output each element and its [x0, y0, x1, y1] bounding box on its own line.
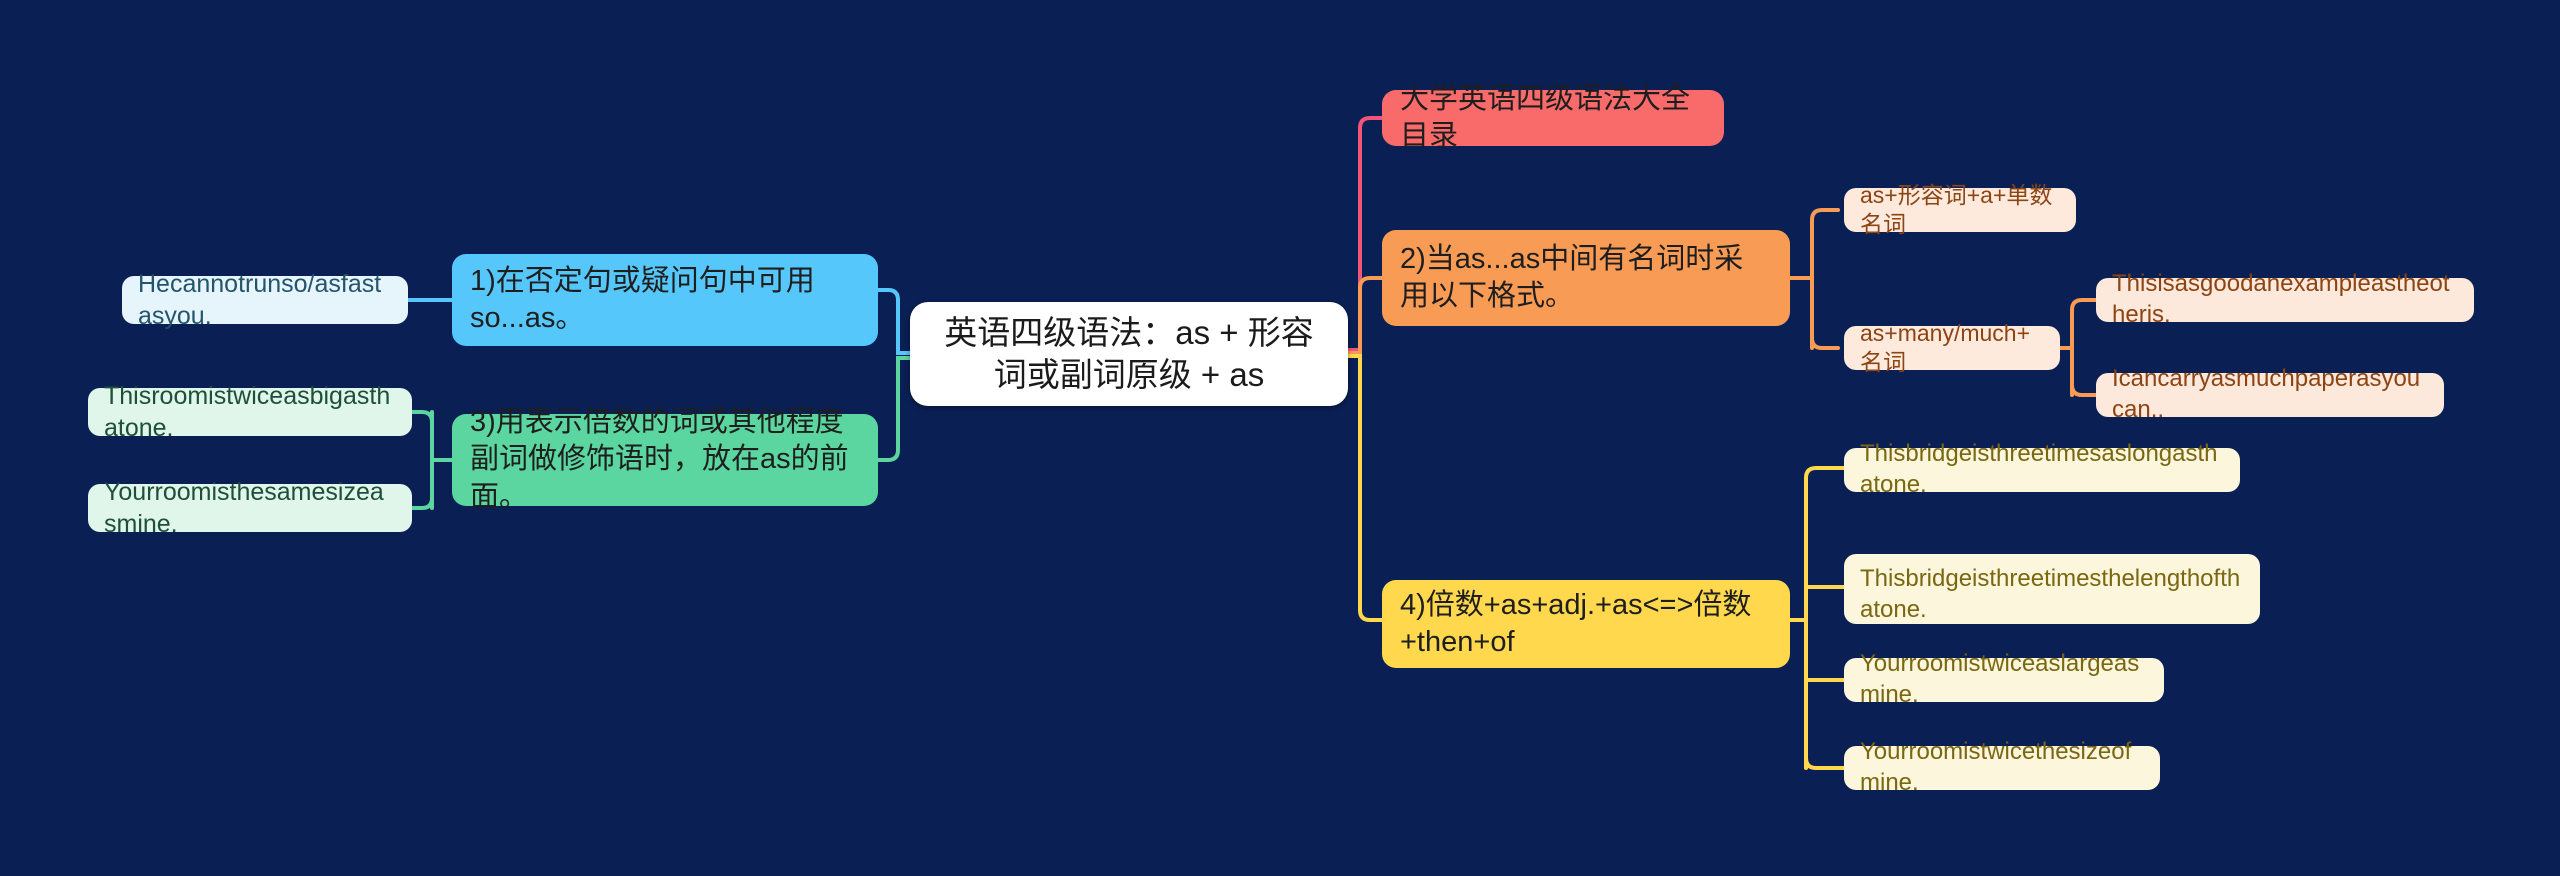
leaf-your-room-same-size-label: Yourroomisthesamesizeasmine.: [104, 478, 384, 538]
node-noun-between-as[interactable]: 2)当as...as中间有名词时采用以下格式。: [1382, 230, 1790, 326]
node-multiples-before-as[interactable]: 3)用表示倍数的词或其他程度副词做修饰语时，放在as的前面。: [452, 406, 878, 513]
leaf-bridge-three-times-as-long-label: Thisbridgeisthreetimesaslongasthatone.: [1860, 440, 2218, 498]
leaf-he-cannot-run-so-fast[interactable]: Hecannotrunso/asfastasyou.: [122, 270, 408, 330]
node-negative-interrogative[interactable]: 1)在否定句或疑问句中可用so...as。: [452, 254, 878, 346]
node-negative-interrogative-label: 1)在否定句或疑问句中可用so...as。: [470, 264, 815, 334]
mindmap-canvas: 英语四级语法：as + 形容词或副词原级 + as 1)在否定句或疑问句中可用s…: [0, 0, 2560, 876]
leaf-i-can-carry-as-much-paper[interactable]: Icancarryasmuchpaperasyoucan..: [2096, 365, 2444, 423]
root-node[interactable]: 英语四级语法：as + 形容词或副词原级 + as: [910, 302, 1348, 406]
leaf-as-many-much-noun[interactable]: as+many/much+名词: [1844, 320, 2060, 375]
leaf-i-can-carry-as-much-paper-label: Icancarryasmuchpaperasyoucan..: [2112, 365, 2421, 423]
node-multiples-before-as-label: 3)用表示倍数的词或其他程度副词做修饰语时，放在as的前面。: [470, 406, 849, 513]
leaf-this-is-as-good-an-example-label: Thisisasgoodanexampleastheotheris.: [2112, 270, 2450, 328]
node-times-as-adj-as-label: 4)倍数+as+adj.+as<=>倍数+then+of: [1400, 588, 1752, 658]
leaf-as-many-much-noun-label: as+many/much+名词: [1860, 319, 2031, 375]
leaf-as-adj-a-singular-noun-label: as+形容词+a+单数名词: [1860, 181, 2053, 237]
root-node-label: 英语四级语法：as + 形容词或副词原级 + as: [944, 313, 1314, 393]
leaf-your-room-twice-as-large-label: Yourroomistwiceaslargeasmine.: [1860, 650, 2140, 708]
leaf-bridge-three-times-as-long[interactable]: Thisbridgeisthreetimesaslongasthatone.: [1844, 440, 2240, 498]
node-grammar-catalog-label: 大学英语四级语法大全目录: [1400, 82, 1691, 152]
leaf-bridge-three-times-the-length[interactable]: Thisbridgeisthreetimesthelengthofthatone…: [1844, 554, 2260, 624]
leaf-he-cannot-run-so-fast-label: Hecannotrunso/asfastasyou.: [138, 270, 382, 330]
leaf-as-adj-a-singular-noun[interactable]: as+形容词+a+单数名词: [1844, 182, 2076, 237]
leaf-your-room-twice-the-size[interactable]: Yourroomistwicethesizeofmine.: [1844, 738, 2160, 796]
leaf-your-room-twice-the-size-label: Yourroomistwicethesizeofmine.: [1860, 738, 2132, 796]
node-grammar-catalog[interactable]: 大学英语四级语法大全目录: [1382, 83, 1724, 152]
node-noun-between-as-label: 2)当as...as中间有名词时采用以下格式。: [1400, 242, 1744, 312]
node-times-as-adj-as[interactable]: 4)倍数+as+adj.+as<=>倍数+then+of: [1382, 580, 1790, 668]
leaf-this-room-twice-as-big[interactable]: Thisroomistwiceasbigasthatone.: [88, 382, 412, 442]
leaf-bridge-three-times-the-length-label: Thisbridgeisthreetimesthelengthofthatone…: [1860, 565, 2241, 623]
leaf-your-room-same-size[interactable]: Yourroomisthesamesizeasmine.: [88, 478, 412, 538]
leaf-this-is-as-good-an-example[interactable]: Thisisasgoodanexampleastheotheris.: [2096, 270, 2474, 328]
leaf-this-room-twice-as-big-label: Thisroomistwiceasbigasthatone.: [104, 382, 391, 442]
leaf-your-room-twice-as-large[interactable]: Yourroomistwiceaslargeasmine.: [1844, 650, 2164, 708]
